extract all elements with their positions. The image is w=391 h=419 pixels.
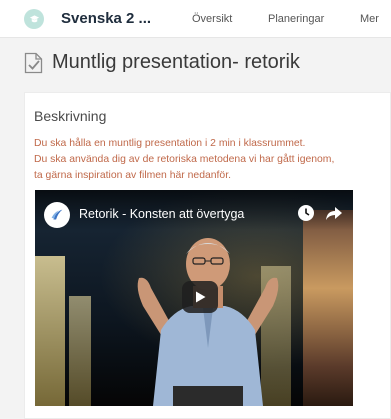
channel-logo[interactable] <box>44 202 70 228</box>
nav-link-mer[interactable]: Mer <box>360 13 379 25</box>
description-heading: Beskrivning <box>34 108 107 124</box>
video-title[interactable]: Retorik - Konsten att övertyga <box>79 207 244 221</box>
page-header: Muntlig presentation- retorik <box>14 44 391 84</box>
description-line-1: Du ska hålla en muntlig presentation i 2… <box>34 138 306 149</box>
course-icon[interactable] <box>24 9 44 29</box>
play-button[interactable] <box>182 281 218 313</box>
course-icon-glyph <box>29 14 39 22</box>
channel-logo-glyph <box>51 209 63 220</box>
clock-icon[interactable] <box>297 204 315 222</box>
thumbnail-building <box>69 296 91 406</box>
embedded-video[interactable]: Retorik - Konsten att övertyga <box>35 190 353 406</box>
description-line-2: Du ska använda dig av de retoriska metod… <box>34 154 335 165</box>
top-navigation-bar: Svenska 2 ... Översikt Planeringar Mer <box>0 0 391 38</box>
document-check-icon <box>24 52 43 74</box>
nav-link-oversikt[interactable]: Översikt <box>192 13 232 25</box>
thumbnail-side-frame <box>303 210 353 406</box>
page-title: Muntlig presentation- retorik <box>52 51 300 73</box>
thumbnail-building <box>35 256 65 406</box>
course-title[interactable]: Svenska 2 ... <box>61 10 151 27</box>
share-icon[interactable] <box>325 204 343 222</box>
play-icon <box>196 291 206 303</box>
nav-link-planeringar[interactable]: Planeringar <box>268 13 324 25</box>
description-line-3: ta gärna inspiration av filmen här nedan… <box>34 170 231 181</box>
